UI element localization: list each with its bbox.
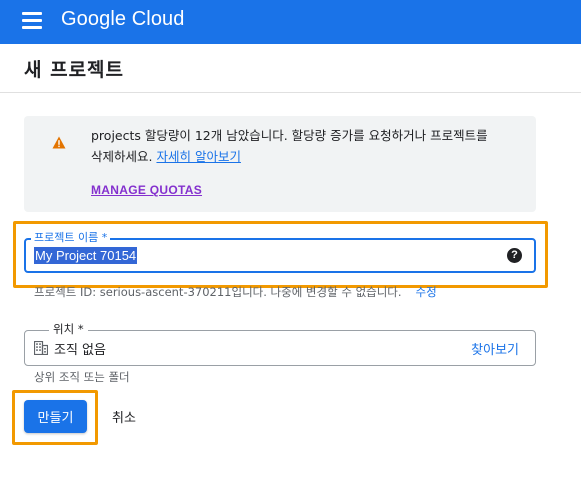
page-title: 새 프로젝트 bbox=[24, 59, 125, 81]
quota-message: projects 할당량이 12개 남았습니다. 할당량 증가를 요청하거나 프… bbox=[91, 125, 531, 167]
project-id-note: 프로젝트 ID: serious-ascent-370211입니다. 나중에 변… bbox=[34, 284, 437, 300]
project-name-value[interactable]: My Project 70154 bbox=[34, 247, 138, 264]
app-bar: Google Cloud bbox=[0, 0, 581, 44]
create-button[interactable]: 만들기 bbox=[24, 400, 87, 433]
help-icon[interactable]: ? bbox=[507, 248, 522, 263]
quota-message-line2: 삭제하세요. 자세히 알아보기 bbox=[91, 146, 531, 167]
location-label: 위치 * bbox=[49, 321, 88, 337]
project-name-label: 프로젝트 이름 * bbox=[31, 229, 111, 245]
building-icon bbox=[34, 341, 48, 355]
browse-button[interactable]: 찾아보기 bbox=[471, 339, 519, 358]
manage-quotas-link[interactable]: MANAGE QUOTAS bbox=[91, 183, 202, 197]
menu-icon[interactable] bbox=[22, 12, 42, 30]
quota-notice: projects 할당량이 12개 남았습니다. 할당량 증가를 요청하거나 프… bbox=[24, 116, 536, 212]
google-cloud-logo[interactable]: Google Cloud bbox=[61, 8, 185, 31]
edit-project-id-link[interactable]: 수정 bbox=[416, 285, 437, 299]
learn-more-link[interactable]: 자세히 알아보기 bbox=[156, 149, 240, 164]
warning-icon bbox=[52, 136, 66, 149]
location-field[interactable]: 조직 없음 찾아보기 bbox=[24, 330, 536, 366]
divider bbox=[0, 92, 581, 93]
project-id-text: 프로젝트 ID: serious-ascent-370211입니다. 나중에 변… bbox=[34, 285, 402, 299]
location-hint: 상위 조직 또는 폴더 bbox=[34, 370, 130, 384]
cancel-button[interactable]: 취소 bbox=[102, 400, 146, 433]
quota-message-line1: projects 할당량이 12개 남았습니다. 할당량 증가를 요청하거나 프… bbox=[91, 128, 488, 143]
location-value: 조직 없음 bbox=[54, 343, 106, 358]
quota-message-prefix: 삭제하세요. bbox=[91, 149, 153, 164]
